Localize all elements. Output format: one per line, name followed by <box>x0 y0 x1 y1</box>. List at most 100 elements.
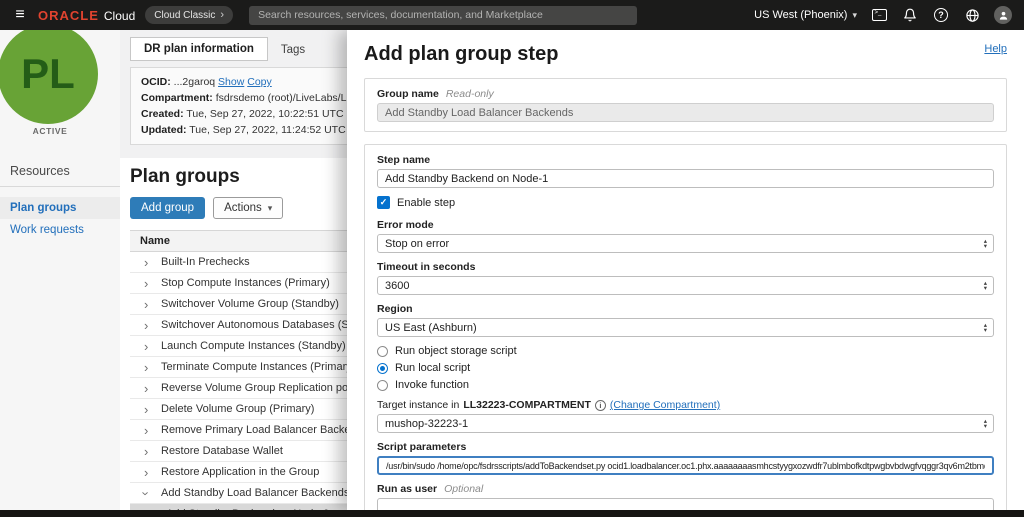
group-name-label: Group name <box>377 88 439 100</box>
help-link[interactable]: Help <box>984 43 1007 55</box>
step-name-field[interactable] <box>377 169 994 188</box>
radio-object-storage-script[interactable]: Run object storage script <box>377 345 994 357</box>
help-button[interactable] <box>932 6 950 24</box>
target-instance-select[interactable]: mushop-32223-1 <box>377 414 994 433</box>
profile-button[interactable] <box>994 6 1012 24</box>
region-select[interactable]: US East (Ashburn) <box>377 318 994 337</box>
expand-chevron-icon[interactable] <box>144 444 152 459</box>
plan-avatar-initials: PL <box>21 50 75 98</box>
created-label: Created: <box>141 108 184 120</box>
expand-chevron-icon[interactable] <box>144 276 152 291</box>
info-icon[interactable] <box>595 400 606 411</box>
language-button[interactable] <box>963 6 981 24</box>
divider <box>0 186 120 187</box>
expand-chevron-icon[interactable] <box>144 339 152 354</box>
group-name-label-row: Group name Read-only <box>377 88 994 100</box>
timeout-stepper[interactable]: 3600 <box>377 276 994 295</box>
tab-dr-plan-information[interactable]: DR plan information <box>130 37 268 61</box>
expand-chevron-icon[interactable] <box>144 297 152 312</box>
target-instance-label-row: Target instance in LL32223-COMPARTMENT (… <box>377 399 994 411</box>
radio-run-local-script[interactable]: Run local script <box>377 362 994 374</box>
ocid-value: ...2garoq <box>174 76 215 88</box>
cloud-shell-icon <box>872 9 887 21</box>
run-as-user-field[interactable] <box>377 498 994 510</box>
actions-button[interactable]: Actions <box>213 197 283 219</box>
region-selector[interactable]: US West (Phoenix) <box>754 9 857 21</box>
row-label: Launch Compute Instances (Standby) <box>161 340 346 352</box>
group-name-field <box>377 103 994 122</box>
expand-chevron-icon[interactable] <box>144 465 152 480</box>
run-as-user-label-row: Run as user Optional <box>377 483 994 495</box>
radio-invoke-function[interactable]: Invoke function <box>377 379 994 391</box>
caret-down-icon <box>268 202 273 214</box>
expand-chevron-icon[interactable] <box>144 423 152 438</box>
menu-icon[interactable] <box>12 6 28 24</box>
add-group-button[interactable]: Add group <box>130 197 205 219</box>
created-value: Tue, Sep 27, 2022, 10:22:51 UTC <box>186 108 343 120</box>
step-name-field-group: Step name <box>377 154 994 188</box>
error-mode-value: Stop on error <box>385 238 449 250</box>
topbar-right: US West (Phoenix) <box>754 6 1012 24</box>
region-value: US East (Ashburn) <box>385 322 477 334</box>
script-parameters-field[interactable] <box>377 456 994 475</box>
cloud-classic-button[interactable]: Cloud Classic <box>145 6 233 24</box>
profile-icon <box>998 10 1009 21</box>
row-label: Switchover Volume Group (Standby) <box>161 298 339 310</box>
cloud-logo-text: Cloud <box>104 9 135 23</box>
radio-label: Run local script <box>395 362 470 374</box>
actions-button-label: Actions <box>224 202 262 214</box>
status-badge: ACTIVE <box>0 126 100 136</box>
oracle-logo-text: ORACLE <box>38 8 99 23</box>
row-label: Add Standby Load Balancer Backends <box>161 487 349 499</box>
radio-icon[interactable] <box>377 346 388 357</box>
error-mode-field-group: Error mode Stop on error <box>377 219 994 253</box>
ocid-label: OCID: <box>141 76 171 88</box>
region-label: Region <box>377 303 994 315</box>
run-as-user-optional-hint: Optional <box>444 483 483 495</box>
bell-icon <box>903 8 917 22</box>
radio-icon[interactable] <box>377 380 388 391</box>
group-name-readonly-hint: Read-only <box>446 88 494 100</box>
expand-chevron-icon[interactable] <box>144 255 152 270</box>
enable-step-label: Enable step <box>397 197 455 209</box>
expand-chevron-icon[interactable] <box>144 402 152 417</box>
select-arrows-icon <box>984 419 987 429</box>
ocid-copy-link[interactable]: Copy <box>247 76 272 88</box>
topbar: ORACLE Cloud Cloud Classic US West (Phoe… <box>0 0 1024 30</box>
oracle-cloud-logo[interactable]: ORACLE Cloud <box>38 8 135 23</box>
expand-chevron-icon[interactable] <box>144 318 152 333</box>
enable-step-checkbox[interactable] <box>377 196 390 209</box>
tab-tags[interactable]: Tags <box>268 39 318 61</box>
compartment-label: Compartment: <box>141 92 213 104</box>
stepper-arrows-icon <box>984 281 987 291</box>
notifications-button[interactable] <box>901 6 919 24</box>
cloud-classic-label: Cloud Classic <box>154 10 215 21</box>
row-label: Restore Application in the Group <box>161 466 319 478</box>
error-mode-select[interactable]: Stop on error <box>377 234 994 253</box>
target-instance-value: mushop-32223-1 <box>385 418 468 430</box>
radio-label: Invoke function <box>395 379 469 391</box>
updated-value: Tue, Sep 27, 2022, 11:24:52 UTC <box>189 124 345 136</box>
radio-selected-icon[interactable] <box>377 363 388 374</box>
run-as-user-label: Run as user <box>377 483 437 495</box>
select-arrows-icon <box>984 239 987 249</box>
help-icon <box>934 8 948 22</box>
search-input[interactable] <box>249 6 637 25</box>
collapse-chevron-icon[interactable] <box>144 486 152 501</box>
updated-label: Updated: <box>141 124 187 136</box>
expand-chevron-icon[interactable] <box>144 360 152 375</box>
resource-sidebar: PL ACTIVE Resources Plan groups Work req… <box>0 30 120 510</box>
ocid-show-link[interactable]: Show <box>218 76 244 88</box>
change-compartment-link[interactable]: (Change Compartment) <box>610 399 720 411</box>
timeout-field-group: Timeout in seconds 3600 <box>377 261 994 295</box>
row-label: Stop Compute Instances (Primary) <box>161 277 330 289</box>
chevron-right-icon <box>220 9 224 21</box>
run-as-user-field-group: Run as user Optional <box>377 483 994 510</box>
target-compartment-name: LL32223-COMPARTMENT <box>463 399 591 411</box>
panel-title: Add plan group step <box>364 43 558 66</box>
sidebar-item-plan-groups[interactable]: Plan groups <box>0 197 120 219</box>
expand-chevron-icon[interactable] <box>144 381 152 396</box>
cloud-shell-button[interactable] <box>870 6 888 24</box>
resources-nav: Resources Plan groups Work requests <box>0 164 120 241</box>
sidebar-item-work-requests[interactable]: Work requests <box>0 219 120 241</box>
